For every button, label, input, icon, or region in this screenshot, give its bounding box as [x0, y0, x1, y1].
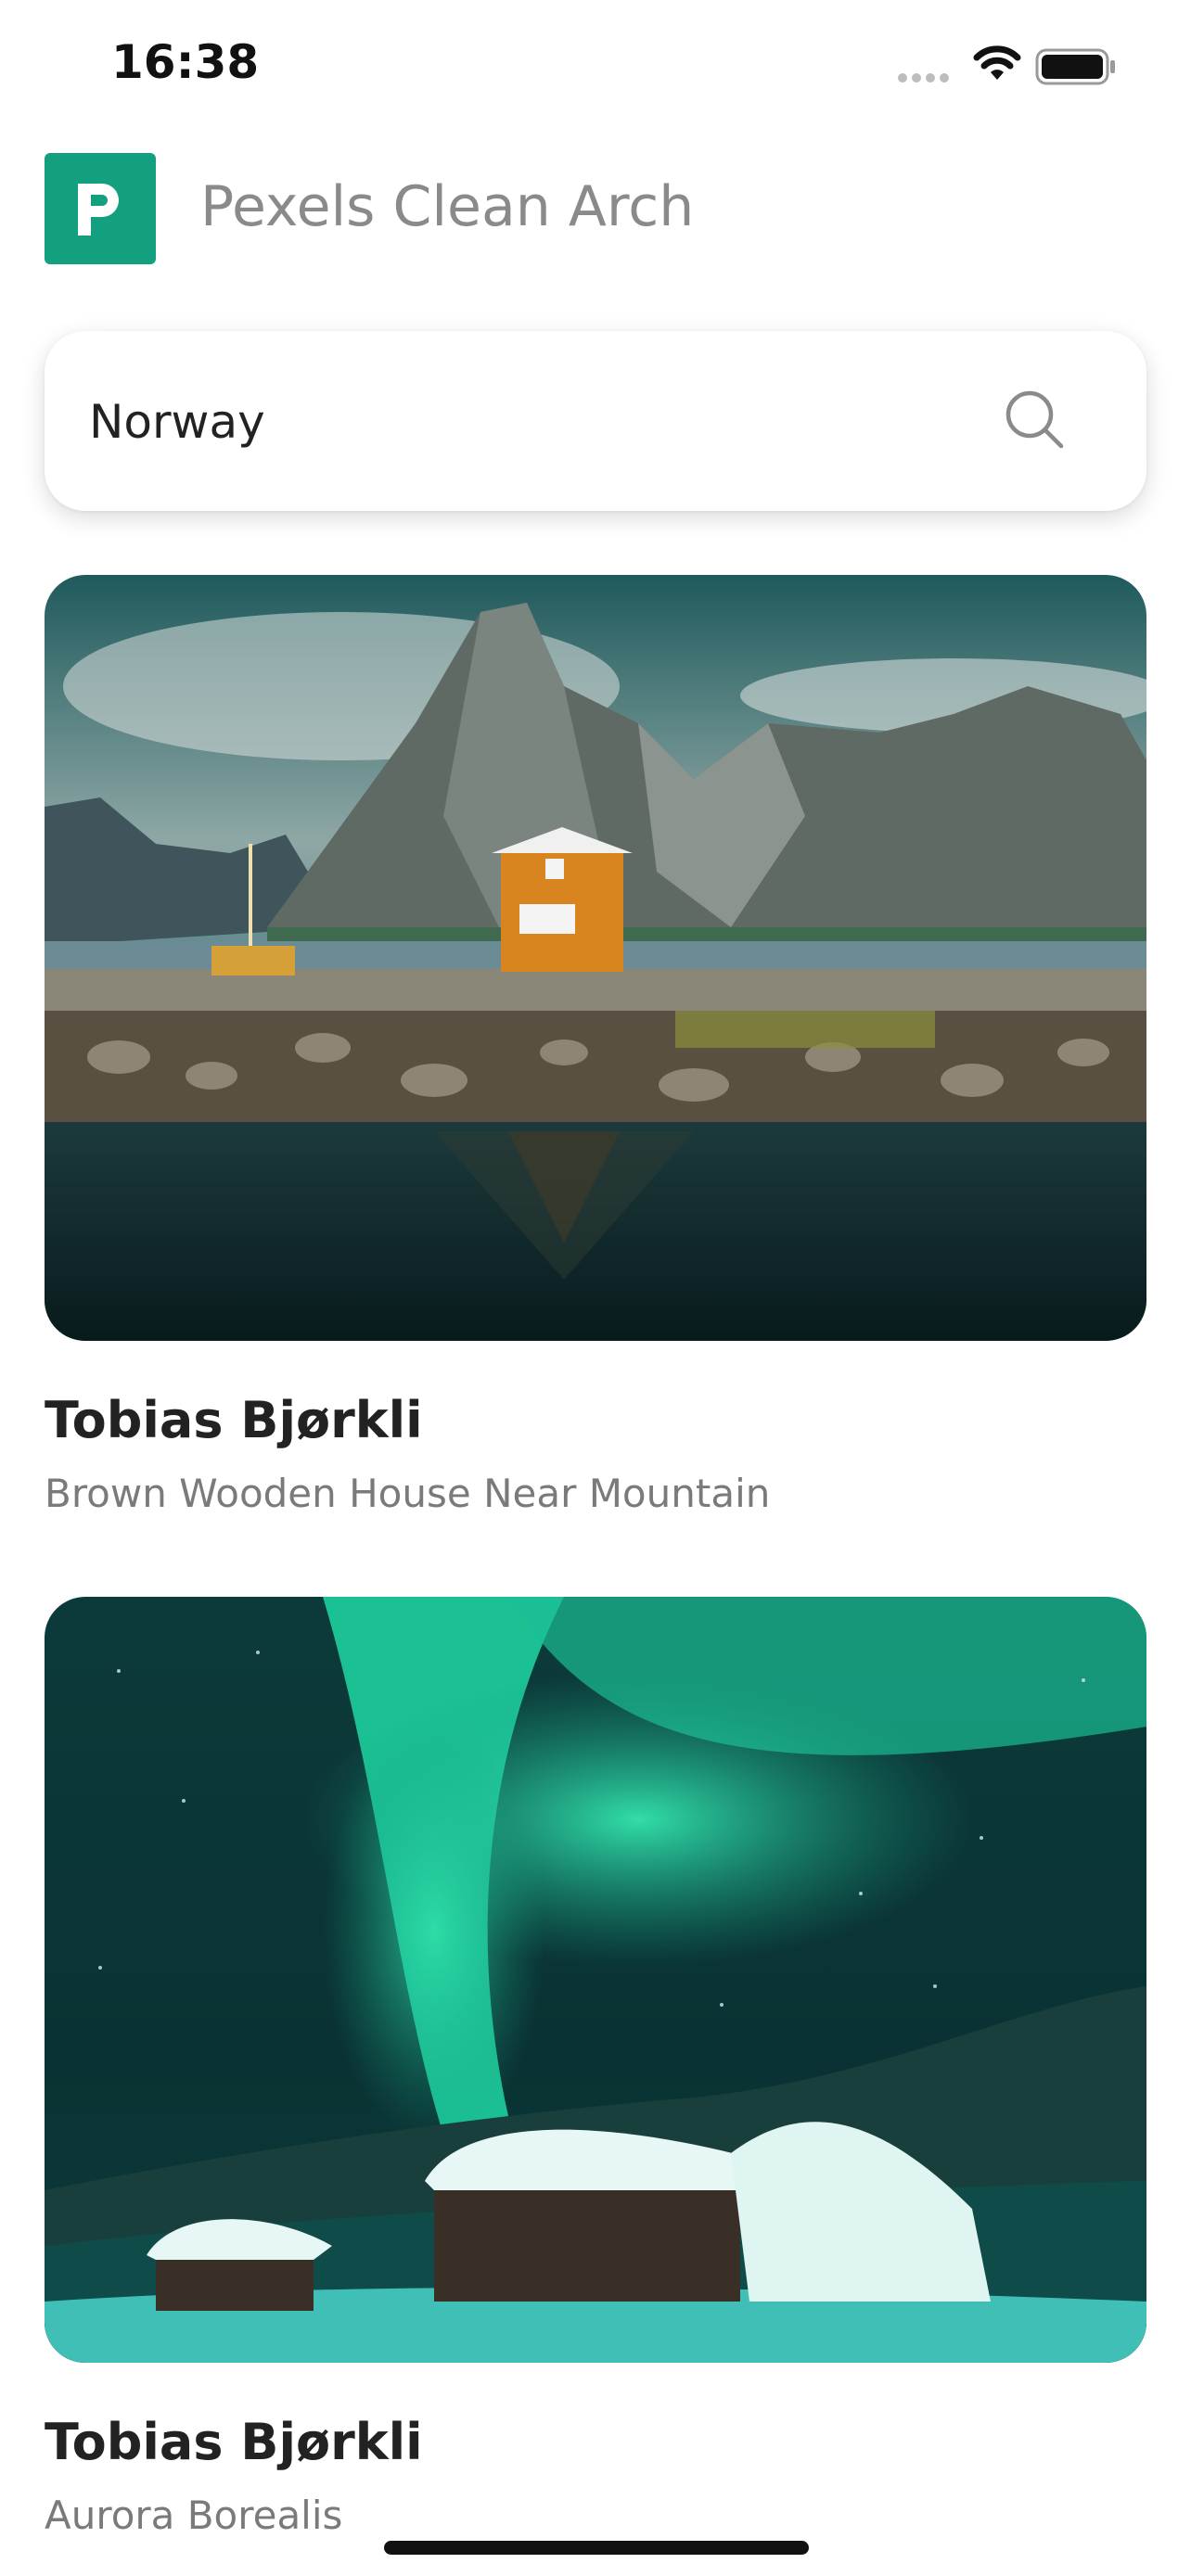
home-indicator[interactable] [384, 2541, 809, 2555]
app-screen: 16:38 Pexels Clean Arch Norway Tobias Bj… [0, 0, 1191, 2576]
status-bar: 16:38 [0, 0, 1191, 139]
battery-icon [1035, 48, 1115, 85]
search-input[interactable] [89, 387, 924, 457]
search-bar[interactable] [45, 331, 1146, 511]
photographer-name: Tobias Bjørkli [45, 1391, 423, 1449]
photo-card[interactable]: Tobias Bjørkli Brown Wooden House Near M… [45, 575, 1146, 1516]
search-icon[interactable] [1004, 389, 1067, 452]
signal-icon [898, 69, 954, 86]
wifi-icon [973, 45, 1021, 80]
photo-description: Aurora Borealis [45, 2493, 343, 2538]
pexels-logo-icon [45, 153, 156, 264]
app-title: Pexels Clean Arch [200, 174, 695, 239]
photo-image-house-mountain[interactable] [45, 575, 1146, 1341]
photo-card[interactable]: Tobias Bjørkli Aurora Borealis [45, 1597, 1146, 2538]
photo-description: Brown Wooden House Near Mountain [45, 1471, 771, 1516]
status-time: 16:38 [111, 35, 260, 89]
photographer-name: Tobias Bjørkli [45, 2413, 423, 2471]
photo-image-aurora[interactable] [45, 1597, 1146, 2363]
